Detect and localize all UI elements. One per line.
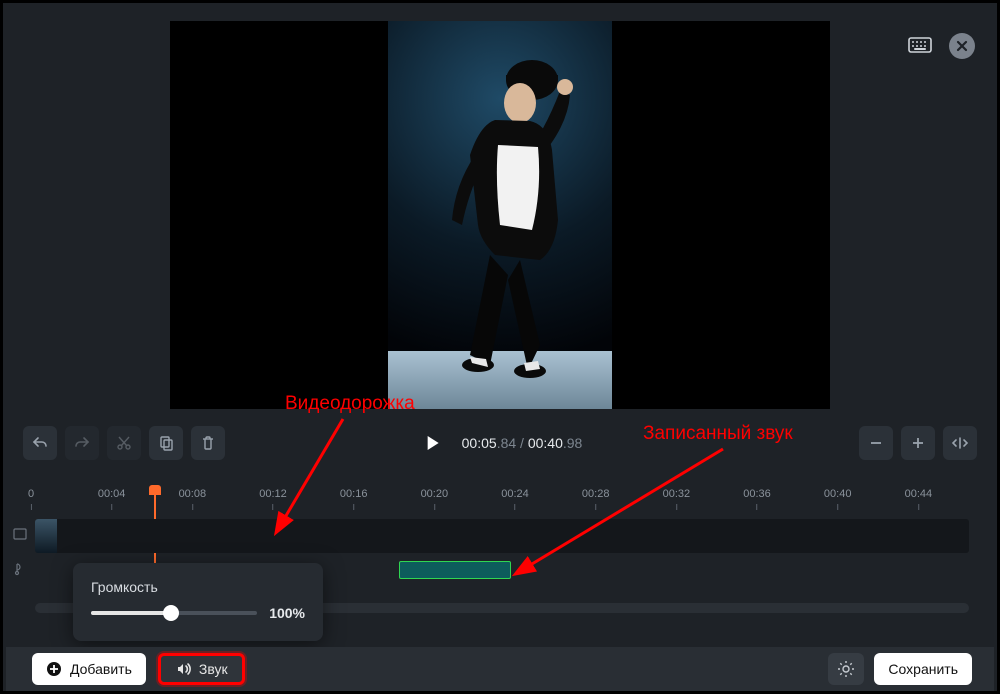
- zoom-out-button[interactable]: [859, 426, 893, 460]
- total-time: 00:40: [528, 435, 563, 451]
- zoom-in-button[interactable]: [901, 426, 935, 460]
- add-button-label: Добавить: [70, 661, 132, 677]
- time-display: 00:05.84 / 00:40.98: [462, 435, 583, 451]
- fit-width-button[interactable]: [943, 426, 977, 460]
- sound-button-label: Звук: [199, 661, 228, 677]
- video-clip-thumbnail: [35, 519, 57, 553]
- timeline-ruler[interactable]: 0 00:04 00:08 00:12 00:16 00:20 00:24 00:28 00:3…: [31, 488, 969, 512]
- undo-button[interactable]: [23, 426, 57, 460]
- ruler-mark: 00:40: [824, 488, 852, 510]
- video-preview[interactable]: [170, 21, 830, 409]
- redo-button[interactable]: [65, 426, 99, 460]
- current-time: 00:05: [462, 435, 497, 451]
- ruler-mark: 00:04: [98, 488, 126, 510]
- volume-label: Громкость: [91, 579, 305, 595]
- ruler-mark: 00:28: [582, 488, 610, 510]
- copy-button[interactable]: [149, 426, 183, 460]
- total-time-frac: .98: [563, 435, 582, 451]
- ruler-mark: 00:32: [663, 488, 691, 510]
- ruler-mark: 0: [28, 488, 34, 510]
- ruler-mark: 00:08: [179, 488, 207, 510]
- bottom-bar: Добавить Звук Сохранить: [6, 647, 994, 691]
- volume-value: 100%: [269, 605, 305, 621]
- audio-track-icon: [13, 562, 31, 581]
- audio-clip[interactable]: [399, 561, 511, 579]
- ruler-mark: 00:36: [743, 488, 771, 510]
- ruler-mark: 00:24: [501, 488, 529, 510]
- video-track[interactable]: [35, 519, 969, 553]
- play-button[interactable]: [418, 428, 448, 458]
- ruler-mark: 00:44: [905, 488, 933, 510]
- ruler-mark: 00:20: [421, 488, 449, 510]
- volume-slider[interactable]: [91, 611, 257, 615]
- current-time-frac: .84: [497, 435, 516, 451]
- cut-button[interactable]: [107, 426, 141, 460]
- settings-button[interactable]: [828, 653, 864, 685]
- close-button[interactable]: [949, 33, 975, 59]
- save-button-label: Сохранить: [888, 661, 958, 677]
- volume-slider-thumb[interactable]: [163, 605, 179, 621]
- video-track-icon: [13, 527, 31, 546]
- preview-content: [400, 25, 600, 395]
- add-button[interactable]: Добавить: [32, 653, 146, 685]
- ruler-mark: 00:12: [259, 488, 287, 510]
- ruler-mark: 00:16: [340, 488, 368, 510]
- sound-button[interactable]: Звук: [158, 653, 245, 685]
- volume-popover: Громкость 100%: [73, 563, 323, 641]
- keyboard-icon[interactable]: [905, 31, 935, 61]
- delete-button[interactable]: [191, 426, 225, 460]
- save-button[interactable]: Сохранить: [874, 653, 972, 685]
